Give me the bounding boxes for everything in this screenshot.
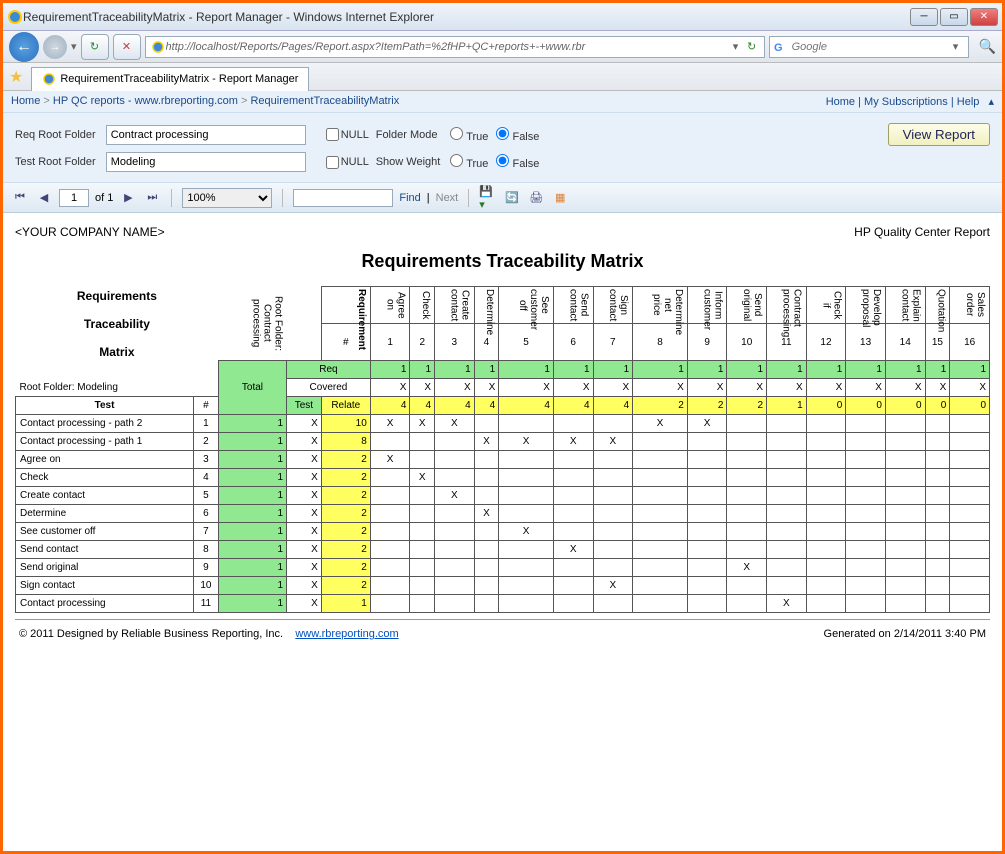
favorites-button[interactable]: ★ <box>9 67 23 87</box>
folder-mode-label: Folder Mode <box>376 129 441 141</box>
close-button[interactable]: ✕ <box>970 8 998 26</box>
zoom-select[interactable]: 100% <box>182 188 272 208</box>
req-null[interactable]: NULL <box>326 128 366 141</box>
footer-link[interactable]: www.rbreporting.com <box>295 628 398 640</box>
print-button[interactable]: 🖨 <box>527 189 545 207</box>
back-button[interactable]: ← <box>9 32 39 62</box>
first-page-button[interactable]: ⏮ <box>11 189 29 207</box>
breadcrumb: Home > HP QC reports - www.rbreporting.c… <box>3 91 1002 113</box>
url-dropdown[interactable]: ▾ <box>728 40 744 53</box>
folder-mode-false[interactable]: False <box>496 127 539 143</box>
browser-tab[interactable]: RequirementTraceabilityMatrix - Report M… <box>31 67 309 91</box>
prev-page-button[interactable]: ◀ <box>35 189 53 207</box>
show-weight-label: Show Weight <box>376 156 441 168</box>
find-button[interactable]: Find <box>399 192 420 204</box>
next-find-button[interactable]: Next <box>436 192 459 204</box>
link-help[interactable]: Help <box>957 96 980 108</box>
search-dropdown[interactable]: ▾ <box>948 40 964 53</box>
nav-toolbar: ← → ▾ ↻ ✕ ▾ ↻ G ▾ 🔍 <box>3 31 1002 63</box>
forward-button[interactable]: → <box>43 35 67 59</box>
show-weight-false[interactable]: False <box>496 154 539 170</box>
test-root-label: Test Root Folder <box>15 156 96 168</box>
req-root-input[interactable] <box>106 125 306 145</box>
req-root-label: Req Root Folder <box>15 129 96 141</box>
google-icon: G <box>774 40 788 54</box>
page-icon <box>150 39 166 55</box>
maximize-button[interactable]: ▭ <box>940 8 968 26</box>
find-input[interactable] <box>293 189 393 207</box>
search-button[interactable]: 🔍 <box>973 38 996 55</box>
test-root-input[interactable] <box>106 152 306 172</box>
titlebar: RequirementTraceabilityMatrix - Report M… <box>3 3 1002 31</box>
breadcrumb-home[interactable]: Home <box>11 95 40 107</box>
footer-generated: Generated on 2/14/2011 3:40 PM <box>824 628 986 640</box>
report-body: <YOUR COMPANY NAME> HP Quality Center Re… <box>3 213 1002 656</box>
url-input[interactable] <box>166 41 728 53</box>
next-page-button[interactable]: ▶ <box>119 189 137 207</box>
refresh-inline[interactable]: ↻ <box>744 40 760 53</box>
footer-copyright: © 2011 Designed by Reliable Business Rep… <box>19 628 283 640</box>
report-title: Requirements Traceability Matrix <box>15 243 990 286</box>
minimize-button[interactable]: ─ <box>910 8 938 26</box>
report-source: HP Quality Center Report <box>854 225 990 239</box>
breadcrumb-current: RequirementTraceabilityMatrix <box>250 95 399 107</box>
stop-button[interactable]: ✕ <box>113 34 141 60</box>
search-box[interactable]: G ▾ <box>769 36 969 58</box>
link-subscriptions[interactable]: My Subscriptions <box>864 96 948 108</box>
page-number-input[interactable] <box>59 189 89 207</box>
traceability-matrix: RequirementsTraceabilityMatrixRoot Folde… <box>15 286 990 613</box>
nav-dropdown[interactable]: ▾ <box>71 40 77 53</box>
ie-icon <box>7 9 23 25</box>
folder-mode-true[interactable]: True <box>450 127 488 143</box>
breadcrumb-folder[interactable]: HP QC reports - www.rbreporting.com <box>53 95 238 107</box>
parameters-panel: Req Root Folder NULL Folder Mode True Fa… <box>3 113 1002 183</box>
link-home[interactable]: Home <box>826 96 855 108</box>
export-button[interactable]: 💾▾ <box>479 189 497 207</box>
address-bar[interactable]: ▾ ↻ <box>145 36 765 58</box>
test-null[interactable]: NULL <box>326 156 366 169</box>
refresh-button[interactable]: ↻ <box>81 34 109 60</box>
collapse-icon[interactable]: ▴ <box>988 96 994 108</box>
search-input[interactable] <box>792 41 948 53</box>
refresh-report-button[interactable]: 🔄 <box>503 189 521 207</box>
last-page-button[interactable]: ⏭ <box>143 189 161 207</box>
report-toolbar: ⏮ ◀ of 1 ▶ ⏭ 100% Find | Next 💾▾ 🔄 🖨 ▦ <box>3 183 1002 213</box>
tab-icon <box>42 72 56 86</box>
feed-button[interactable]: ▦ <box>551 189 569 207</box>
page-of-label: of 1 <box>95 192 113 204</box>
company-name: <YOUR COMPANY NAME> <box>15 225 165 239</box>
tab-title: RequirementTraceabilityMatrix - Report M… <box>60 73 298 85</box>
view-report-button[interactable]: View Report <box>888 123 990 146</box>
svg-text:G: G <box>774 42 783 54</box>
show-weight-true[interactable]: True <box>450 154 488 170</box>
window-title: RequirementTraceabilityMatrix - Report M… <box>23 10 910 24</box>
favorites-bar: ★ RequirementTraceabilityMatrix - Report… <box>3 63 1002 91</box>
